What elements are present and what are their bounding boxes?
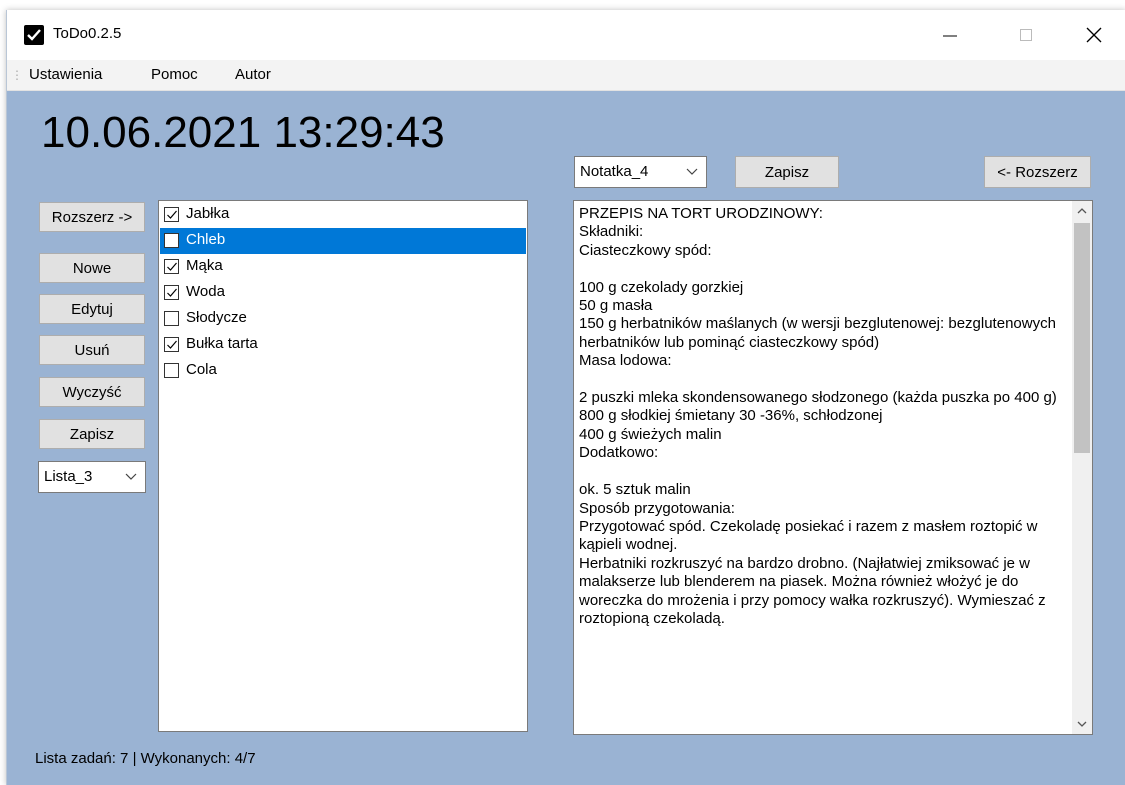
- task-checkbox[interactable]: [164, 337, 179, 352]
- minimize-button[interactable]: [927, 10, 973, 60]
- collapse-button[interactable]: <- Rozszerz: [984, 156, 1091, 188]
- check-icon: [167, 340, 177, 349]
- scroll-down-icon[interactable]: [1077, 721, 1087, 728]
- close-button[interactable]: [1071, 10, 1117, 60]
- task-checkbox[interactable]: [164, 311, 179, 326]
- check-icon: [167, 288, 177, 297]
- expand-button[interactable]: Rozszerz ->: [39, 202, 145, 232]
- task-row[interactable]: Mąka: [160, 254, 526, 280]
- clock-display: 10.06.2021 13:29:43: [41, 108, 445, 157]
- task-checkbox[interactable]: [164, 259, 179, 274]
- save-note-button[interactable]: Zapisz: [735, 156, 839, 188]
- scroll-thumb[interactable]: [1074, 223, 1090, 453]
- task-label: Woda: [186, 283, 225, 300]
- edit-button[interactable]: Edytuj: [39, 294, 145, 324]
- check-icon: [167, 262, 177, 271]
- task-row[interactable]: Chleb: [160, 228, 526, 254]
- note-select-value: Notatka_4: [580, 163, 649, 180]
- delete-button[interactable]: Usuń: [39, 335, 145, 365]
- clear-button[interactable]: Wyczyść: [39, 377, 145, 407]
- list-select-value: Lista_3: [44, 468, 93, 485]
- list-select[interactable]: Lista_3: [38, 461, 146, 493]
- task-checkbox[interactable]: [164, 233, 179, 248]
- task-checkbox[interactable]: [164, 285, 179, 300]
- task-row[interactable]: Bułka tarta: [160, 332, 526, 358]
- menu-pomoc[interactable]: Pomoc: [151, 66, 198, 83]
- task-row[interactable]: Słodycze: [160, 306, 526, 332]
- close-icon: [1086, 27, 1102, 43]
- task-row[interactable]: Jabłka: [160, 202, 526, 228]
- minimize-icon: [943, 35, 957, 37]
- note-scrollbar[interactable]: [1072, 201, 1092, 734]
- task-label: Bułka tarta: [186, 335, 258, 352]
- note-select[interactable]: Notatka_4: [574, 156, 707, 188]
- task-label: Chleb: [186, 231, 226, 248]
- task-label: Cola: [186, 361, 217, 378]
- new-button[interactable]: Nowe: [39, 253, 145, 283]
- task-label: Mąka: [186, 257, 223, 274]
- task-label: Słodycze: [186, 309, 247, 326]
- task-label: Jabłka: [186, 205, 230, 222]
- note-editor[interactable]: PRZEPIS NA TORT URODZINOWY: Składniki: C…: [573, 200, 1093, 735]
- task-row[interactable]: Woda: [160, 280, 526, 306]
- status-bar: Lista zadań: 7 | Wykonanych: 4/7: [35, 750, 256, 767]
- task-row[interactable]: Cola: [160, 358, 526, 384]
- menu-bar: ⋮ Ustawienia Pomoc Autor: [7, 60, 1125, 91]
- app-checkmark-icon: [24, 25, 44, 45]
- task-checkbox[interactable]: [164, 363, 179, 378]
- chevron-down-icon: [686, 168, 698, 175]
- task-list[interactable]: Jabłka Chleb Mąka Woda Słodycze Bułka ta…: [158, 200, 528, 732]
- scroll-up-icon[interactable]: [1077, 207, 1087, 214]
- task-checkbox[interactable]: [164, 207, 179, 222]
- maximize-icon: [1020, 29, 1032, 41]
- note-text[interactable]: PRZEPIS NA TORT URODZINOWY: Składniki: C…: [579, 205, 1069, 628]
- grip-icon: ⋮: [11, 68, 23, 82]
- window-title: ToDo0.2.5: [53, 25, 122, 42]
- menu-autor[interactable]: Autor: [235, 66, 271, 83]
- menu-ustawienia[interactable]: Ustawienia: [29, 66, 102, 83]
- title-bar[interactable]: ToDo0.2.5: [7, 10, 1125, 60]
- app-window: ToDo0.2.5 ⋮ Ustawienia Pomoc Autor 10.06…: [6, 10, 1125, 785]
- check-icon: [167, 210, 177, 219]
- save-list-button[interactable]: Zapisz: [39, 419, 145, 449]
- chevron-down-icon: [125, 473, 137, 480]
- maximize-button[interactable]: [1003, 10, 1049, 60]
